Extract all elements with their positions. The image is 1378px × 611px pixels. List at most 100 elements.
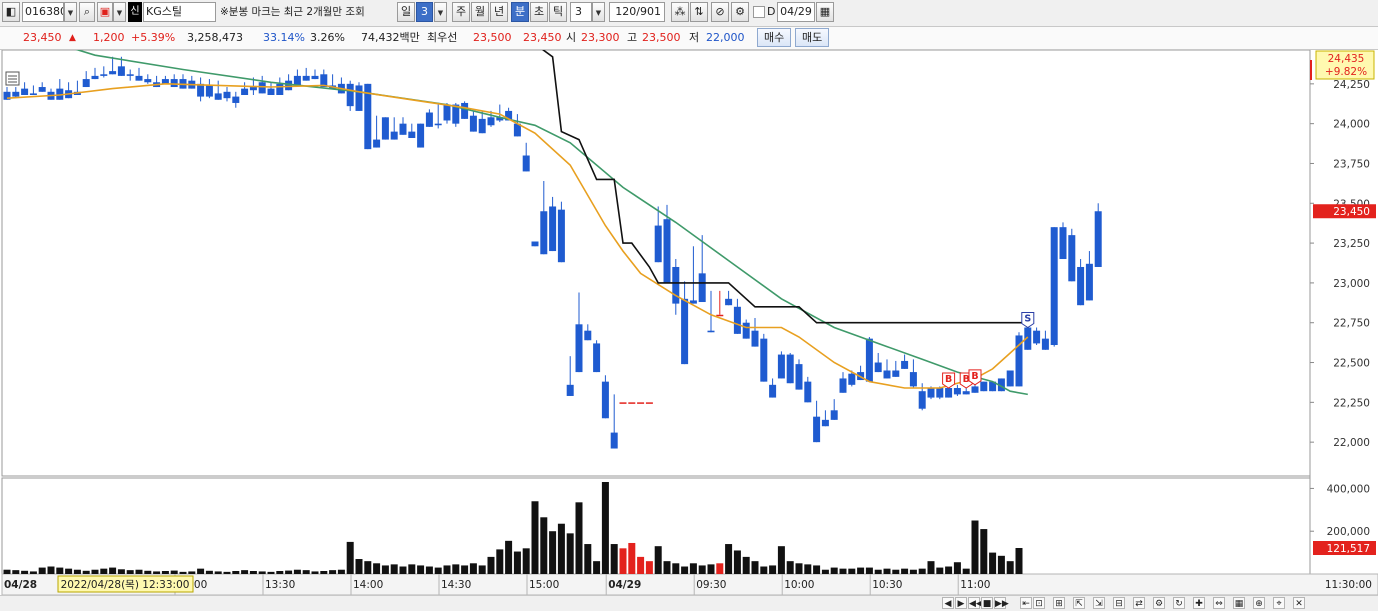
interval-dropdown-icon[interactable]	[592, 2, 605, 22]
price-tick-label: 23,000	[1333, 278, 1370, 290]
period-day-dropdown-icon[interactable]	[434, 2, 447, 22]
volume-bar	[311, 571, 319, 574]
volume-bar	[566, 533, 574, 574]
candle-body	[311, 75, 319, 80]
expand-icon[interactable]: ⇔	[1213, 597, 1225, 609]
period-year-button[interactable]: 년	[490, 2, 508, 22]
volume-bar	[751, 561, 759, 574]
last-icon[interactable]: ▶▶	[994, 597, 1009, 609]
period-minute-button[interactable]: 분	[511, 2, 529, 22]
volume-bar	[945, 566, 953, 574]
first-icon[interactable]: ◀◀	[968, 597, 983, 609]
candle-body	[821, 419, 829, 427]
volume-bar	[795, 563, 803, 574]
candle-body	[733, 306, 741, 334]
candle-body	[29, 93, 37, 95]
period-week-button[interactable]: 주	[452, 2, 470, 22]
candle-body	[82, 79, 90, 88]
volume-bar	[329, 570, 337, 574]
candle-body	[769, 384, 777, 398]
candle-body	[557, 209, 565, 263]
date-input[interactable]: 04/29	[777, 2, 815, 22]
gear-icon[interactable]: ⚙	[731, 2, 749, 22]
candle-body	[434, 123, 442, 126]
candle-body	[901, 360, 909, 369]
candle-body	[628, 402, 636, 404]
sell-button[interactable]: 매도	[795, 28, 830, 47]
prev-icon[interactable]: ◀	[942, 597, 954, 609]
volume-bar	[804, 564, 812, 574]
volume-bar	[487, 556, 495, 574]
price-tick-label: 24,000	[1333, 119, 1370, 131]
candle-body	[100, 74, 108, 76]
chart-type-icon[interactable]: ⁂	[671, 2, 689, 22]
stock-type-dropdown-icon[interactable]	[113, 2, 126, 22]
price-change-pct: +5.39%	[131, 31, 176, 44]
top-icon[interactable]: ⇱	[1073, 597, 1085, 609]
candle-body	[751, 330, 759, 347]
calendar-icon[interactable]: ▦	[816, 2, 834, 22]
volume-bar	[188, 571, 196, 574]
grid-icon[interactable]: ▦	[1233, 597, 1245, 609]
chart-canvas[interactable]: 24,25024,00023,75023,50023,25023,00022,7…	[0, 50, 1378, 595]
period-tick-button[interactable]: 틱	[549, 2, 567, 22]
interval-input[interactable]: 3	[570, 2, 592, 22]
candle-body	[601, 381, 609, 419]
volume-bar	[522, 548, 530, 574]
price-chart[interactable]: 24,25024,00023,75023,50023,25023,00022,7…	[0, 50, 1378, 595]
stop-icon[interactable]: ■	[981, 597, 993, 609]
candle-body	[381, 117, 389, 140]
date-checkbox[interactable]	[753, 6, 765, 18]
fit-icon[interactable]: ⊡	[1033, 597, 1045, 609]
scroll-start-icon[interactable]: ⇤	[1020, 597, 1032, 609]
candle-body	[399, 123, 407, 135]
panel-menu-icon[interactable]: ◧	[2, 2, 20, 22]
low-price: 22,000	[706, 31, 745, 44]
volume-bar	[997, 555, 1005, 574]
close-icon[interactable]: ✕	[1293, 597, 1305, 609]
volume-bar	[672, 563, 680, 574]
candle-body	[892, 370, 900, 377]
volume-bar	[302, 570, 310, 574]
stock-type-icon[interactable]: ▣	[97, 2, 113, 22]
bottom-icon[interactable]: ⇲	[1093, 597, 1105, 609]
gear-icon[interactable]: ⚙	[1153, 597, 1165, 609]
candle-body	[478, 118, 486, 134]
candle-body	[285, 80, 293, 91]
next-icon[interactable]: ▶	[955, 597, 967, 609]
zoom-out-icon[interactable]: ⊟	[1113, 597, 1125, 609]
plus-icon[interactable]: ⊕	[1253, 597, 1265, 609]
refresh-icon[interactable]: ↻	[1173, 597, 1185, 609]
volume-bar	[575, 502, 583, 574]
period-second-button[interactable]: 초	[530, 2, 548, 22]
crosshair-icon[interactable]: ✚	[1193, 597, 1205, 609]
open-price: 23,300	[581, 31, 620, 44]
swap-icon[interactable]: ⇄	[1133, 597, 1145, 609]
stock-name-field[interactable]: KG스틸	[143, 2, 216, 22]
period-month-button[interactable]: 월	[471, 2, 489, 22]
volume-bar	[249, 571, 257, 574]
candle-body	[663, 219, 671, 283]
candle-body	[144, 79, 152, 83]
search-icon[interactable]: ⌕	[79, 2, 95, 22]
price-info-bar: 23,450 ▲ 1,200 +5.39% 3,258,473 33.14% 3…	[0, 27, 1378, 50]
stock-code-dropdown-icon[interactable]	[64, 2, 77, 22]
scale-icon[interactable]: ⇅	[690, 2, 708, 22]
volume-bar	[100, 568, 108, 574]
period-day-count[interactable]: 3	[416, 2, 433, 22]
stock-code-input[interactable]: 016380	[22, 2, 64, 22]
no-draw-icon[interactable]: ⊘	[711, 2, 729, 22]
candle-body	[786, 354, 794, 384]
candle-body	[170, 79, 178, 88]
buy-button[interactable]: 매수	[757, 28, 792, 47]
volume-bar	[241, 570, 249, 574]
zoom-in-icon[interactable]: ⊞	[1053, 597, 1065, 609]
volume-bar	[381, 565, 389, 574]
candle-body	[223, 91, 231, 99]
target-icon[interactable]: ⌖	[1273, 597, 1285, 609]
time-label: 10:00	[784, 579, 814, 591]
candle-body	[918, 391, 926, 409]
candle-body	[575, 324, 583, 373]
current-price-label: 23,450	[1333, 206, 1370, 218]
period-day-button[interactable]: 일	[397, 2, 415, 22]
